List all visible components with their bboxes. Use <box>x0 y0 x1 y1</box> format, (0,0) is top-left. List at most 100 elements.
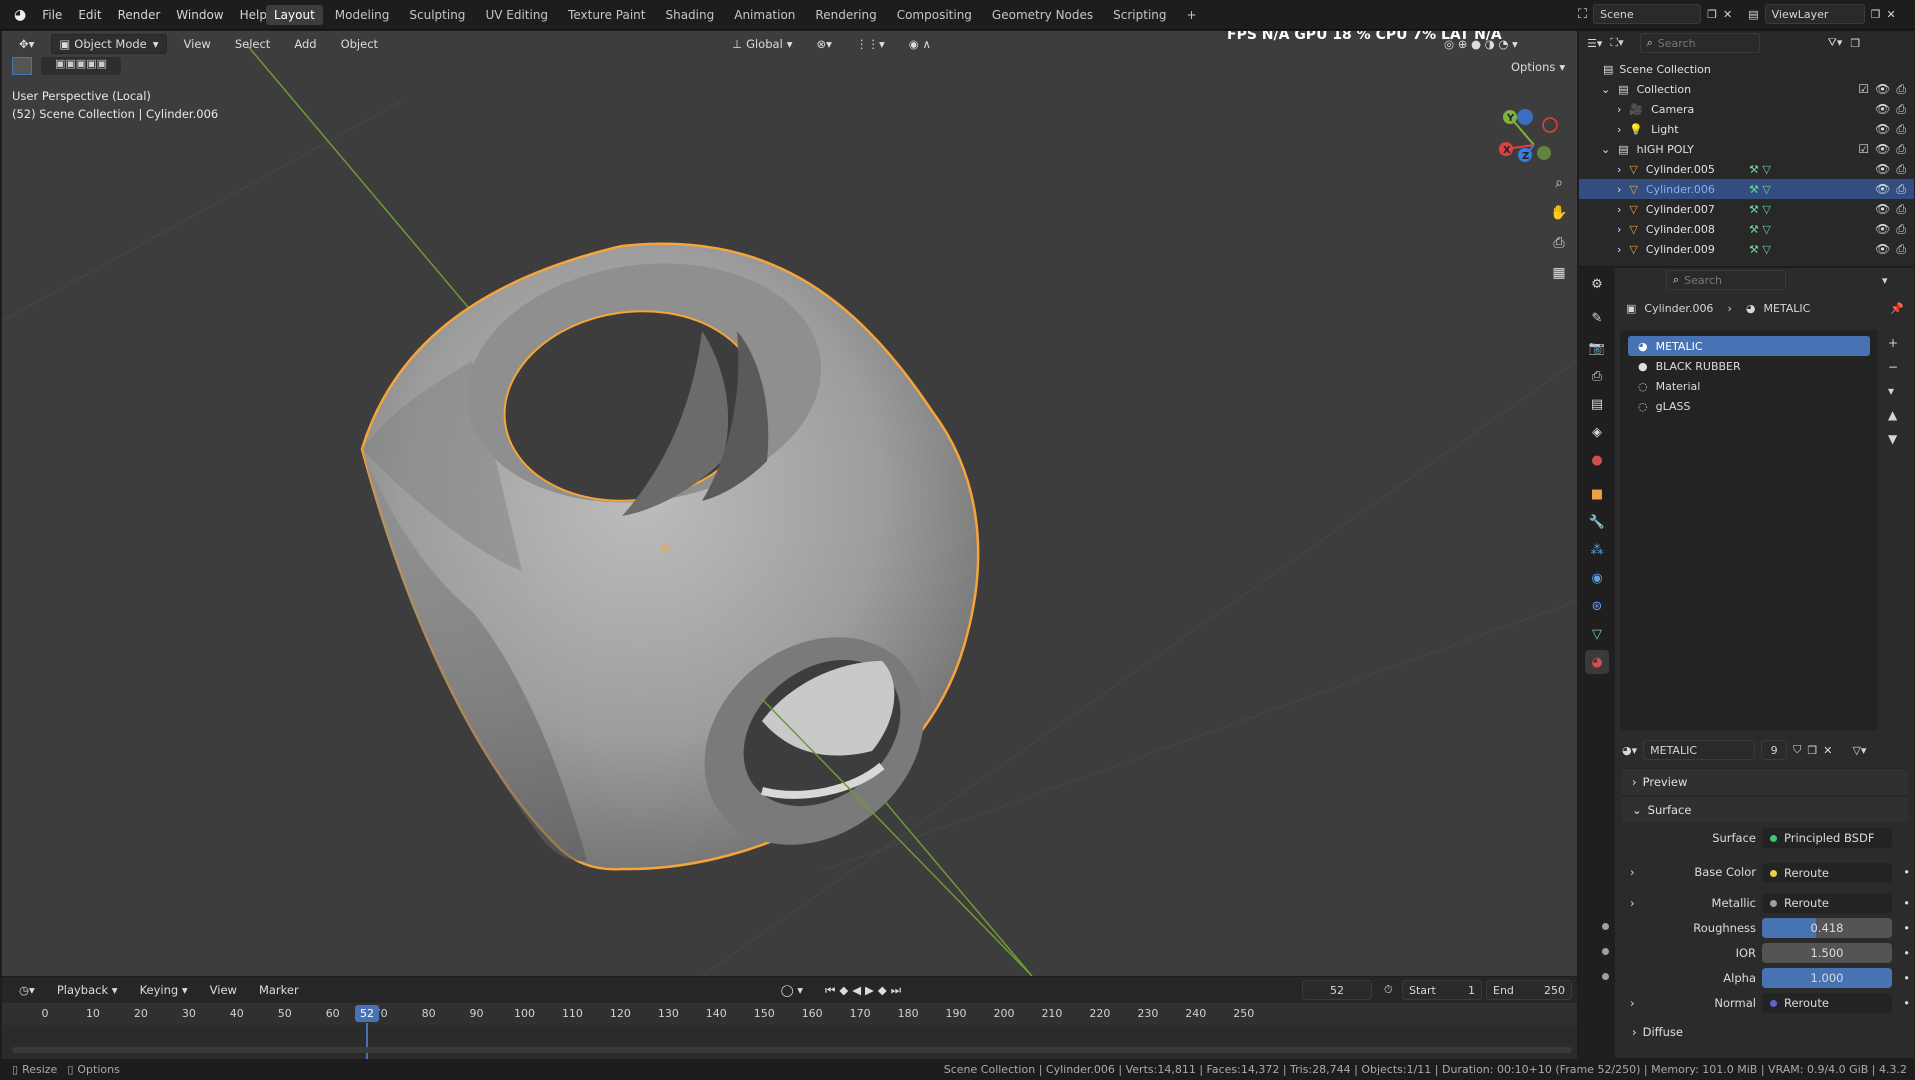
eye-icon[interactable]: 👁 <box>1875 182 1890 197</box>
slot-specials-icon[interactable]: ▾ <box>1888 384 1898 398</box>
render-camera-icon[interactable]: ⎙ <box>1896 182 1906 197</box>
tab-texture-paint[interactable]: Texture Paint <box>560 5 653 25</box>
pin-icon[interactable]: 📌 <box>1890 302 1904 315</box>
numeric-slider[interactable]: 0.418 <box>1762 918 1892 938</box>
outliner-item-light[interactable]: › 💡 Light 👁 ⎙ <box>1579 119 1914 139</box>
tab-sculpting[interactable]: Sculpting <box>401 5 473 25</box>
modifier-mesh-icons[interactable]: ⚒ ▽ <box>1749 163 1771 176</box>
numeric-slider[interactable]: 1.500 <box>1762 943 1892 963</box>
modifier-tab-icon[interactable]: 🔧 <box>1585 510 1609 534</box>
visibility-toggles[interactable]: 👁 ⎙ <box>1875 182 1906 197</box>
viewport-shading-icons[interactable]: ◎ ⊕ ● ◑ ◔ ▾ <box>1437 34 1525 54</box>
proportional-edit-icon[interactable]: ◉ ∧ <box>902 34 938 54</box>
tab-layout[interactable]: Layout <box>266 5 323 25</box>
chevron-right-icon[interactable]: › <box>1630 896 1635 910</box>
eye-icon[interactable]: 👁 <box>1875 202 1890 217</box>
material-tab-icon[interactable]: ◕ <box>1585 650 1609 674</box>
material-slot[interactable]: ● BLACK RUBBER <box>1628 356 1870 376</box>
tab-animation[interactable]: Animation <box>726 5 803 25</box>
eye-icon[interactable]: 👁 <box>1875 122 1890 137</box>
modifier-mesh-icons[interactable]: ⚒ ▽ <box>1749 183 1771 196</box>
gizmo-neg-x[interactable] <box>1542 117 1558 133</box>
view-layer-field[interactable]: ViewLayer <box>1764 4 1865 24</box>
outliner-item-collection[interactable]: ⌄ ▤ Collection ☑ 👁 ⎙ <box>1579 79 1914 99</box>
blender-logo-icon[interactable]: ◕ <box>14 7 26 23</box>
pan-hand-icon[interactable]: ✋ <box>1545 199 1573 227</box>
perspective-grid-icon[interactable]: ▦ <box>1545 259 1573 287</box>
diffuse-section[interactable]: › Diffuse <box>1622 1018 1908 1044</box>
material-name-field[interactable]: METALIC <box>1643 740 1756 760</box>
orientation-dropdown[interactable]: ⊥ Global ▾ <box>725 34 800 54</box>
keyframe-dot-icon[interactable]: • <box>1903 896 1910 910</box>
chevron-right-icon[interactable]: › <box>1617 103 1621 116</box>
keyframe-dot-icon[interactable]: • <box>1903 865 1910 879</box>
camera-view-icon[interactable]: ⎙ <box>1545 229 1573 257</box>
unlink-material-icon[interactable]: ✕ <box>1823 744 1832 757</box>
tab-shading[interactable]: Shading <box>657 5 722 25</box>
outliner-item-camera[interactable]: › 🎥 Camera 👁 ⎙ <box>1579 99 1914 119</box>
modifier-mesh-icons[interactable]: ⚒ ▽ <box>1749 203 1771 216</box>
frame-ruler[interactable]: 0 10 20 30 40 50 60 70 80 90 100 110 120 130 140 150 160… <box>2 1003 1577 1025</box>
playhead[interactable] <box>366 1023 368 1059</box>
numeric-slider[interactable]: 1.000 <box>1762 968 1892 988</box>
chevron-right-icon[interactable]: › <box>1630 996 1635 1010</box>
chevron-right-icon[interactable]: › <box>1617 223 1621 236</box>
menu-file[interactable]: File <box>42 8 62 22</box>
playback-controls[interactable]: ⏮◆◀▶◆⏭ <box>818 980 912 1000</box>
options-dropdown[interactable]: Options ▾ <box>1504 57 1572 77</box>
outliner-item-high-poly[interactable]: ⌄ ▤ hIGH POLY ☑ 👁 ⎙ <box>1579 139 1914 159</box>
move-up-icon[interactable]: ▲ <box>1888 408 1898 422</box>
chevron-right-icon[interactable]: › <box>1617 203 1621 216</box>
render-camera-icon[interactable]: ⎙ <box>1896 142 1906 157</box>
eye-icon[interactable]: 👁 <box>1875 102 1890 117</box>
outliner-item-cylinder-009[interactable]: › ▽ Cylinder.009 ⚒ ▽ 👁 ⎙ <box>1579 239 1914 259</box>
chevron-right-icon[interactable]: › <box>1617 123 1621 136</box>
properties-search-input[interactable]: ⌕ Search <box>1666 270 1786 290</box>
menu-view[interactable]: View <box>203 980 244 1000</box>
outliner-item-cylinder-005[interactable]: › ▽ Cylinder.005 ⚒ ▽ 👁 ⎙ <box>1579 159 1914 179</box>
visibility-toggles[interactable]: 👁 ⎙ <box>1875 202 1906 217</box>
material-users-count[interactable]: 9 <box>1761 740 1788 760</box>
material-slot[interactable]: ◌ gLASS <box>1628 396 1870 416</box>
menu-keying[interactable]: Keying ▾ <box>133 980 195 1000</box>
render-camera-icon[interactable]: ⎙ <box>1896 242 1906 257</box>
keyframe-dot-icon[interactable]: • <box>1903 971 1910 985</box>
menu-add[interactable]: Add <box>287 34 323 54</box>
mode-dropdown[interactable]: ▣ Object Mode ▾ <box>51 34 167 54</box>
menu-help[interactable]: Help <box>240 8 267 22</box>
render-camera-icon[interactable]: ⎙ <box>1896 202 1906 217</box>
tab-uv-editing[interactable]: UV Editing <box>477 5 556 25</box>
particles-tab-icon[interactable]: ⁂ <box>1585 538 1609 562</box>
link-field[interactable]: Reroute <box>1762 993 1892 1013</box>
link-field[interactable]: Reroute <box>1762 893 1892 913</box>
menu-window[interactable]: Window <box>176 8 223 22</box>
preview-range-icon[interactable]: ⏱ <box>1384 983 1393 997</box>
delete-scene-icon[interactable]: ✕ <box>1723 8 1732 21</box>
move-down-icon[interactable]: ▼ <box>1888 432 1898 446</box>
output-tab-icon[interactable]: ⎙ <box>1585 364 1609 388</box>
surface-shader-field[interactable]: Principled BSDF <box>1762 828 1892 848</box>
keyframe-dot-icon[interactable]: • <box>1903 946 1910 960</box>
end-frame-field[interactable]: End 250 <box>1486 980 1572 1000</box>
render-camera-icon[interactable]: ⎙ <box>1896 222 1906 237</box>
exclude-checkbox-icon[interactable]: ☑ <box>1858 82 1869 97</box>
outliner-item-cylinder-006[interactable]: › ▽ Cylinder.006 ⚒ ▽ 👁 ⎙ <box>1579 179 1914 199</box>
slot-link-icon[interactable]: ▽▾ <box>1852 744 1866 757</box>
eye-icon[interactable]: 👁 <box>1875 242 1890 257</box>
object-tab-icon[interactable]: ■ <box>1585 482 1609 506</box>
scene-field[interactable]: Scene <box>1593 4 1702 24</box>
tab-geometry-nodes[interactable]: Geometry Nodes <box>984 5 1101 25</box>
material-browse-icon[interactable]: ◕▾ <box>1622 744 1637 757</box>
view-layer-tab-icon[interactable]: ▤ <box>1585 392 1609 416</box>
menu-render[interactable]: Render <box>118 8 161 22</box>
material-slot[interactable]: ◕ METALIC <box>1628 336 1870 356</box>
menu-edit[interactable]: Edit <box>78 8 101 22</box>
data-tab-icon[interactable]: ▽ <box>1585 622 1609 646</box>
tab-compositing[interactable]: Compositing <box>889 5 980 25</box>
modifier-mesh-icons[interactable]: ⚒ ▽ <box>1749 223 1771 236</box>
filter-icon[interactable]: ⛛▾ <box>1828 36 1843 50</box>
menu-playback[interactable]: Playback ▾ <box>50 980 125 1000</box>
chevron-right-icon[interactable]: › <box>1617 163 1621 176</box>
physics-tab-icon[interactable]: ◉ <box>1585 566 1609 590</box>
render-tab-icon[interactable]: 📷 <box>1585 336 1609 360</box>
